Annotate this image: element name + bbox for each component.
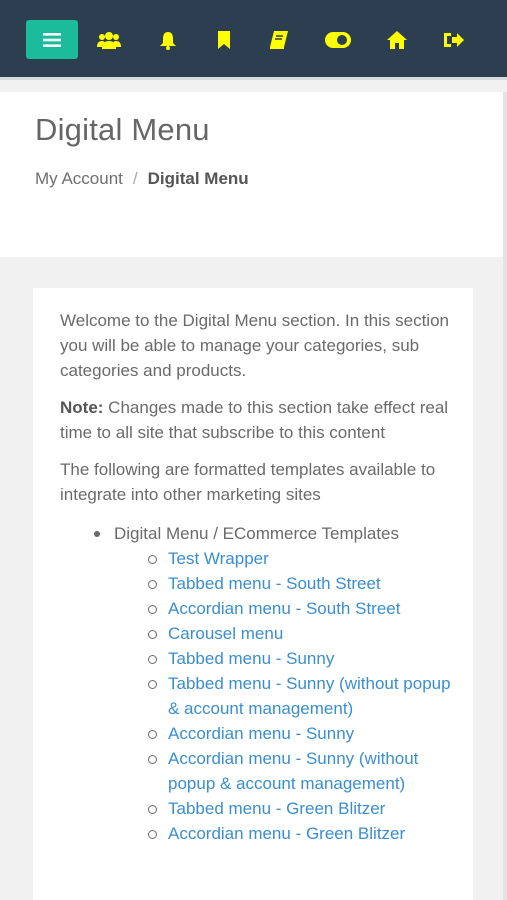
- list-item: Tabbed menu - Sunny: [114, 646, 455, 671]
- note-paragraph: Note: Changes made to this section take …: [60, 395, 455, 445]
- logout-icon[interactable]: [441, 27, 467, 53]
- list-item: Tabbed menu - Green Blitzer: [114, 796, 455, 821]
- list-item: Digital Menu / ECommerce Templates Test …: [60, 521, 455, 846]
- breadcrumb-my-account[interactable]: My Account: [35, 169, 123, 188]
- page-header: Digital Menu My Account / Digital Menu: [0, 92, 503, 257]
- hamburger-icon: [43, 32, 61, 47]
- book-icon[interactable]: [266, 27, 292, 53]
- toggle-icon[interactable]: [325, 27, 351, 53]
- note-label: Note:: [60, 398, 104, 417]
- bell-icon[interactable]: [155, 27, 181, 53]
- template-link[interactable]: Tabbed menu - Sunny (without popup & acc…: [168, 674, 451, 718]
- list-item: Accordian menu - South Street: [114, 596, 455, 621]
- template-group-label: Digital Menu / ECommerce Templates: [114, 524, 400, 543]
- intro-text: Welcome to the Digital Menu section. In …: [60, 311, 449, 380]
- menu-toggle-button[interactable]: [26, 20, 78, 59]
- template-link[interactable]: Tabbed menu - Green Blitzer: [168, 799, 385, 818]
- list-item: Tabbed menu - South Street: [114, 571, 455, 596]
- list-item: Accordian menu - Sunny: [114, 721, 455, 746]
- list-item: Accordian menu - Sunny (without popup & …: [114, 746, 455, 796]
- list-item: Accordian menu - Green Blitzer: [114, 821, 455, 846]
- template-link[interactable]: Carousel menu: [168, 624, 283, 643]
- home-icon[interactable]: [384, 27, 410, 53]
- list-item: Carousel menu: [114, 621, 455, 646]
- list-item: Tabbed menu - Sunny (without popup & acc…: [114, 671, 455, 721]
- note-text: Changes made to this section take effect…: [60, 398, 449, 442]
- breadcrumb-current: Digital Menu: [147, 169, 249, 188]
- breadcrumb-separator: /: [132, 169, 138, 188]
- template-link[interactable]: Accordian menu - Green Blitzer: [168, 824, 405, 843]
- users-icon[interactable]: [96, 27, 122, 53]
- content-card: Welcome to the Digital Menu section. In …: [33, 288, 473, 900]
- template-link[interactable]: Accordian menu - Sunny: [168, 724, 354, 743]
- template-link[interactable]: Tabbed menu - Sunny: [168, 649, 334, 668]
- scrollbar[interactable]: [503, 92, 507, 900]
- template-group-list: Digital Menu / ECommerce Templates Test …: [60, 521, 455, 846]
- page-title: Digital Menu: [35, 112, 210, 147]
- template-link[interactable]: Test Wrapper: [168, 549, 269, 568]
- template-link[interactable]: Tabbed menu - South Street: [168, 574, 381, 593]
- list-item: Test Wrapper: [114, 546, 455, 571]
- top-navbar: [0, 0, 507, 80]
- template-link[interactable]: Accordian menu - Sunny (without popup & …: [168, 749, 418, 793]
- template-link-list: Test Wrapper Tabbed menu - South Street …: [114, 546, 455, 846]
- templates-intro: The following are formatted templates av…: [60, 460, 436, 504]
- breadcrumb: My Account / Digital Menu: [35, 169, 249, 189]
- template-link[interactable]: Accordian menu - South Street: [168, 599, 400, 618]
- bookmark-icon[interactable]: [211, 27, 237, 53]
